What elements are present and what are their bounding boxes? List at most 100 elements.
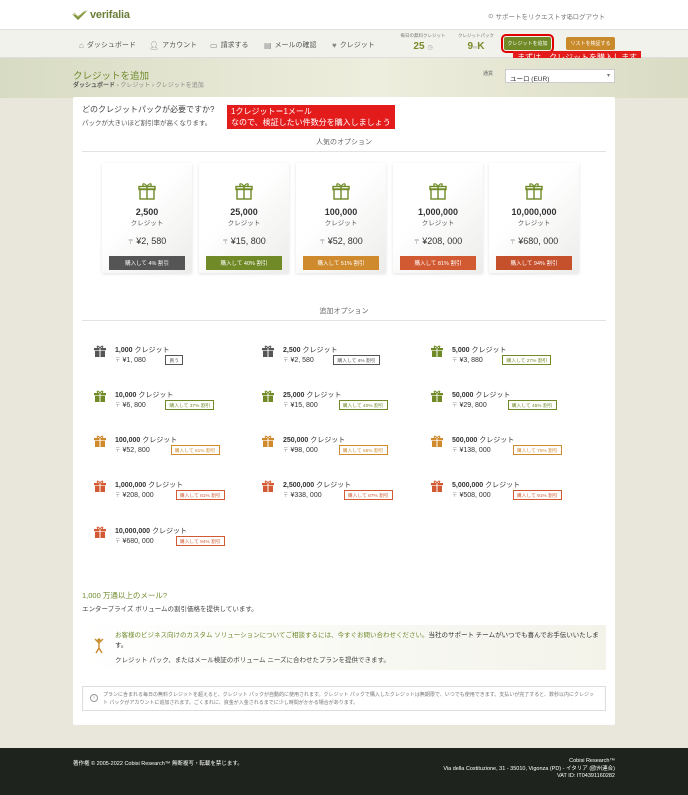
option-price: 〒 ¥3, 880 bbox=[452, 357, 483, 364]
card-icon: ▭ bbox=[210, 40, 218, 50]
option-amount: 5,000,000 bbox=[452, 482, 484, 489]
info-icon: i bbox=[90, 694, 98, 702]
pack-unit: クレジット bbox=[130, 220, 164, 227]
pack-amount: 2,500 bbox=[135, 207, 159, 217]
buy-option-button[interactable]: 購入して 91% 割引 bbox=[512, 490, 562, 500]
option-item: 2,500 クレジット〒 ¥2, 580 購入して 4% 割引 bbox=[262, 345, 422, 371]
buy-option-button[interactable]: 購入して 94% 割引 bbox=[175, 536, 225, 546]
pack-price: 〒 ¥2, 580 bbox=[127, 236, 167, 246]
pack-price: 〒 ¥52, 800 bbox=[319, 236, 363, 246]
option-unit: クレジット bbox=[475, 392, 511, 399]
credit-pack-card[interactable]: 25,000 クレジット〒 ¥15, 800 購入して 40% 割引 bbox=[199, 163, 289, 273]
breadcrumb-dashboard[interactable]: ダッシュボード bbox=[73, 83, 115, 89]
option-unit: クレジット bbox=[138, 392, 174, 399]
company-info: Cobisi Research™ Via della Costituzione,… bbox=[443, 758, 615, 779]
gift-icon bbox=[429, 183, 447, 200]
option-item: 1,000 クレジット〒 ¥1, 080 買う bbox=[94, 345, 254, 371]
option-amount: 250,000 bbox=[283, 437, 309, 444]
option-price: 〒 ¥338, 000 bbox=[283, 492, 322, 499]
option-price: 〒 ¥138, 000 bbox=[452, 447, 491, 454]
gift-icon bbox=[431, 480, 443, 492]
buy-option-button[interactable]: 購入して 40% 割引 bbox=[338, 400, 388, 410]
divider bbox=[82, 151, 606, 152]
footer: 著作権 © 2005-2022 Cobisi Research™ 無断複写・転載… bbox=[0, 748, 688, 795]
credit-pack-card[interactable]: 10,000,000 クレジット〒 ¥680, 000 購入して 94% 割引 bbox=[489, 163, 579, 273]
nav-billing[interactable]: ▭ 請求する bbox=[210, 40, 249, 50]
credit-pack-card[interactable]: 2,500 クレジット〒 ¥2, 580 購入して 4% 割引 bbox=[102, 163, 192, 273]
option-unit: クレジット bbox=[316, 482, 352, 489]
credit-pack-card[interactable]: 100,000 クレジット〒 ¥52, 800 購入して 51% 割引 bbox=[296, 163, 386, 273]
option-unit: クレジット bbox=[302, 347, 338, 354]
option-price: 〒 ¥208, 000 bbox=[115, 492, 154, 499]
currency-select[interactable]: ユーロ (EUR) ▾ bbox=[505, 69, 615, 83]
option-amount: 2,500 bbox=[283, 347, 301, 354]
buy-pack-button[interactable]: 購入して 51% 割引 bbox=[303, 256, 379, 270]
pack-price: 〒 ¥15, 800 bbox=[222, 236, 266, 246]
option-unit: クレジット bbox=[485, 482, 521, 489]
buy-option-button[interactable]: 購入して 27% 割引 bbox=[502, 355, 552, 365]
gift-icon bbox=[94, 435, 106, 447]
option-item: 1,000,000 クレジット〒 ¥208, 000 購入して 81% 割引 bbox=[94, 480, 254, 506]
buy-pack-button[interactable]: 購入して 4% 割引 bbox=[109, 256, 185, 270]
option-price: 〒 ¥15, 800 bbox=[283, 402, 318, 409]
gift-icon bbox=[94, 480, 106, 492]
gift-icon bbox=[262, 435, 274, 447]
heart-icon: ♥ bbox=[332, 40, 337, 50]
enterprise-title: 1,000 万通以上のメール? bbox=[82, 591, 168, 600]
buy-option-button[interactable]: 購入して 45% 割引 bbox=[507, 400, 557, 410]
additional-options-title: 追加オプション bbox=[319, 308, 369, 315]
pack-subtitle: パックが大きいほど割引率が高くなります。 bbox=[82, 120, 212, 127]
buy-option-button[interactable]: 購入して 75% 割引 bbox=[512, 445, 562, 455]
buy-pack-button[interactable]: 購入して 94% 割引 bbox=[496, 256, 572, 270]
credit-note-annotation: 1クレジット＝1メール なので、検証したい件数分を購入しましょう bbox=[227, 105, 395, 129]
option-amount: 1,000 bbox=[115, 347, 133, 354]
popular-options-title: 人気のオプション bbox=[316, 139, 372, 146]
credit-pack-card[interactable]: 1,000,000 クレジット〒 ¥208, 000 購入して 81% 割引 bbox=[393, 163, 483, 273]
buy-option-button[interactable]: 購入して 87% 割引 bbox=[343, 490, 393, 500]
option-item: 5,000 クレジット〒 ¥3, 880 購入して 27% 割引 bbox=[431, 345, 591, 371]
user-icon: 👤︎ bbox=[149, 40, 160, 50]
nav-email-verification[interactable]: ▤ メールの確認 bbox=[264, 40, 317, 50]
buy-option-button[interactable]: 購入して 4% 割引 bbox=[333, 355, 380, 365]
nav-account[interactable]: 👤︎ アカウント bbox=[149, 40, 197, 50]
option-item: 25,000 クレジット〒 ¥15, 800 購入して 40% 割引 bbox=[262, 390, 422, 416]
verify-list-button[interactable]: リストを検証する bbox=[566, 37, 615, 50]
logout-icon: ▯ bbox=[567, 13, 571, 20]
buy-pack-button[interactable]: 購入して 81% 割引 bbox=[400, 256, 476, 270]
buy-pack-button[interactable]: 購入して 40% 割引 bbox=[206, 256, 282, 270]
buy-option-button[interactable]: 購入して 51% 割引 bbox=[170, 445, 220, 455]
support-link[interactable]: ⊙ サポートをリクエストする bbox=[488, 11, 573, 21]
option-unit: クレジット bbox=[479, 437, 515, 444]
info-text: プランに含まれる毎日の無料クレジットを超えると、クレジット パックが自動的に使用… bbox=[103, 692, 595, 706]
buy-option-button[interactable]: 購入して 37% 割引 bbox=[165, 400, 215, 410]
option-unit: クレジット bbox=[471, 347, 507, 354]
help-icon: ⊙ bbox=[488, 13, 494, 20]
gift-icon bbox=[431, 390, 443, 402]
buy-option-button[interactable]: 買う bbox=[165, 355, 183, 365]
pack-unit: クレジット bbox=[517, 220, 551, 227]
nav-dashboard[interactable]: ⌂ ダッシュボード bbox=[79, 40, 136, 50]
gift-icon bbox=[262, 390, 274, 402]
daily-credits-counter: 毎日の無料クレジット 25 ◷ bbox=[400, 33, 446, 52]
option-item: 5,000,000 クレジット〒 ¥508, 000 購入して 91% 割引 bbox=[431, 480, 591, 506]
option-item: 250,000 クレジット〒 ¥98, 000 購入して 65% 割引 bbox=[262, 435, 422, 461]
enterprise-subtitle: エンタープライズ ボリュームの割引価格を提供しています。 bbox=[82, 606, 258, 613]
verifalia-logo[interactable]: verifalia bbox=[72, 9, 130, 21]
option-amount: 10,000 bbox=[115, 392, 137, 399]
buy-option-button[interactable]: 購入して 65% 割引 bbox=[338, 445, 388, 455]
option-amount: 50,000 bbox=[452, 392, 474, 399]
nav-credits[interactable]: ♥ クレジット bbox=[332, 40, 375, 50]
contact-box: お客様のビジネス向けのカスタム ソリューションについてご相談するには、今すぐお問… bbox=[82, 625, 606, 670]
chevron-down-icon: ▾ bbox=[606, 73, 610, 79]
pack-amount: 1,000,000 bbox=[417, 207, 459, 217]
contact-link[interactable]: お客様のビジネス向けのカスタム ソリューションについてご相談するには、今すぐお問… bbox=[115, 632, 428, 639]
breadcrumb-credits[interactable]: クレジット bbox=[120, 83, 150, 89]
pack-question: どのクレジットパックが必要ですか? bbox=[82, 105, 215, 114]
option-price: 〒 ¥98, 000 bbox=[283, 447, 318, 454]
option-price: 〒 ¥680, 000 bbox=[115, 538, 154, 545]
option-item: 2,500,000 クレジット〒 ¥338, 000 購入して 87% 割引 bbox=[262, 480, 422, 506]
person-celebrate-icon bbox=[94, 638, 104, 654]
add-credits-button[interactable]: クレジットを追加 bbox=[501, 34, 554, 53]
logout-link[interactable]: ▯ ログアウト bbox=[567, 11, 605, 21]
buy-option-button[interactable]: 購入して 81% 割引 bbox=[175, 490, 225, 500]
